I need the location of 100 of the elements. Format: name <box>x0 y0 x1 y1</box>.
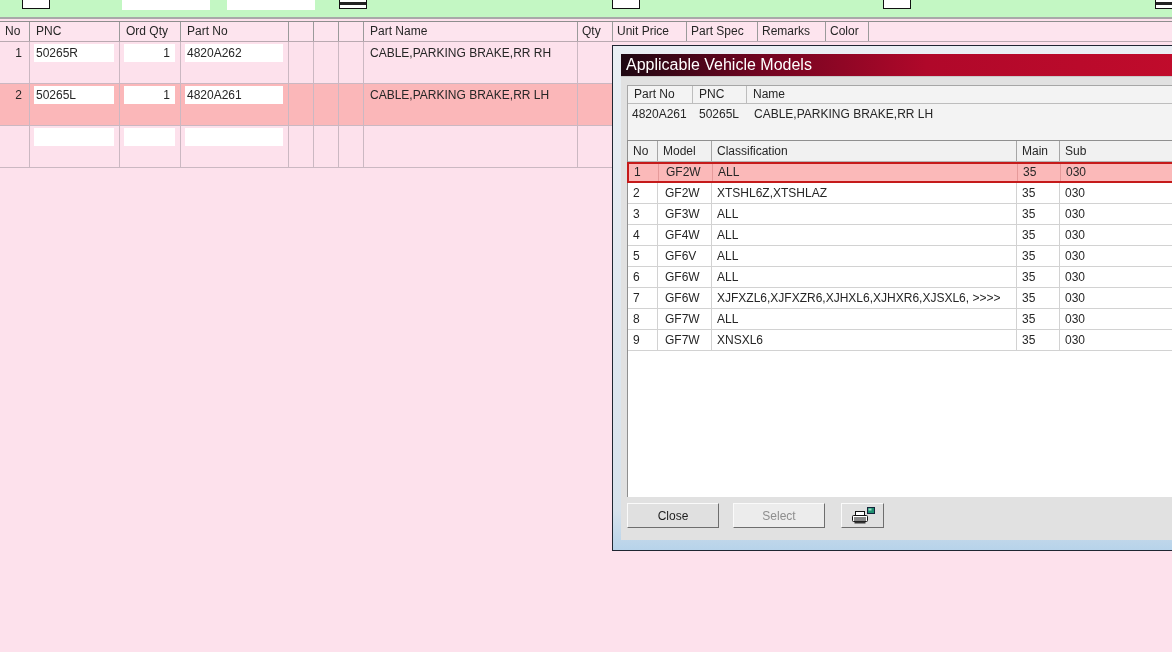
table-cell: 3 <box>628 204 658 224</box>
column-header: Name <box>747 86 1172 104</box>
column-header[interactable]: Qty <box>578 22 613 41</box>
table-cell: GF7W <box>658 330 712 350</box>
input-field[interactable] <box>124 128 175 146</box>
table-cell: GF3W <box>658 204 712 224</box>
column-header[interactable]: No <box>628 141 658 161</box>
table-cell: CABLE,PARKING BRAKE,RR LH <box>364 84 578 125</box>
table-cell: 35 <box>1017 225 1060 245</box>
table-cell: 030 <box>1060 330 1172 350</box>
column-header[interactable]: Part Spec <box>687 22 758 41</box>
input-field[interactable]: 50265R <box>34 44 114 62</box>
column-header[interactable]: Remarks <box>758 22 826 41</box>
table-cell: XTSHL6Z,XTSHLAZ <box>712 183 1017 203</box>
table-cell: 030 <box>1061 164 1172 181</box>
table-cell: 030 <box>1060 225 1172 245</box>
column-header[interactable]: Color <box>826 22 869 41</box>
table-row[interactable]: 3 GF3W ALL 35 030 <box>628 204 1172 225</box>
table-cell: GF4W <box>658 225 712 245</box>
table-row[interactable]: 4 GF4W ALL 35 030 <box>628 225 1172 246</box>
input-field[interactable]: 1 <box>124 44 175 62</box>
column-header[interactable]: PNC <box>30 22 120 41</box>
column-header[interactable]: Model <box>658 141 712 161</box>
title-bar[interactable]: Applicable Vehicle Models <box>621 54 1172 76</box>
table-cell: ALL <box>712 267 1017 287</box>
column-header[interactable]: Part Name <box>364 22 578 41</box>
table-cell: 35 <box>1017 309 1060 329</box>
input-field[interactable]: 4820A261 <box>185 86 283 104</box>
table-cell: 030 <box>1060 309 1172 329</box>
table-cell: ALL <box>712 204 1017 224</box>
table-cell: 030 <box>1060 267 1172 287</box>
table-row[interactable]: 6 GF6W ALL 35 030 <box>628 267 1172 288</box>
table-cell: 35 <box>1017 183 1060 203</box>
table-cell: 35 <box>1018 164 1061 181</box>
column-header[interactable]: No <box>0 22 30 41</box>
table-cell: ALL <box>712 225 1017 245</box>
table-cell: 030 <box>1060 204 1172 224</box>
field-value: 50265L <box>698 106 741 123</box>
table-cell: 9 <box>628 330 658 350</box>
print-button[interactable] <box>841 503 884 528</box>
table-cell: 5 <box>628 246 658 266</box>
table-row[interactable]: 7 GF6W XJFXZL6,XJFXZR6,XJHXL6,XJHXR6,XJSXL6, >>>> 35 030 <box>628 288 1172 309</box>
table-cell: 35 <box>1017 288 1060 308</box>
table-cell: 35 <box>1017 246 1060 266</box>
table-cell: CABLE,PARKING BRAKE,RR RH <box>364 42 578 83</box>
toolbar-button[interactable] <box>612 0 640 9</box>
dialog-button[interactable]: Close <box>627 503 719 528</box>
table-cell: GF6W <box>658 267 712 287</box>
field-value: CABLE,PARKING BRAKE,RR LH <box>753 106 935 123</box>
table-cell: 2 <box>0 84 30 125</box>
table-cell: GF2W <box>658 183 712 203</box>
table-cell: ALL <box>712 309 1017 329</box>
input-field[interactable] <box>34 128 114 146</box>
table-row[interactable]: 2 GF2W XTSHL6Z,XTSHLAZ 35 030 <box>628 183 1172 204</box>
table-cell: 7 <box>628 288 658 308</box>
toolbar-button[interactable] <box>883 0 911 9</box>
field-value: 4820A261 <box>631 106 688 123</box>
table-cell: 6 <box>628 267 658 287</box>
column-header[interactable]: Ord Qty <box>120 22 181 41</box>
table-cell: GF6V <box>658 246 712 266</box>
column-header[interactable]: Classification <box>712 141 1017 161</box>
table-cell: GF7W <box>658 309 712 329</box>
table-cell: 2 <box>628 183 658 203</box>
toolbar-button[interactable] <box>22 0 50 9</box>
table-cell: 030 <box>1060 288 1172 308</box>
table-cell: 4 <box>628 225 658 245</box>
table-cell: XNSXL6 <box>712 330 1017 350</box>
table-row[interactable]: 5 GF6V ALL 35 030 <box>628 246 1172 267</box>
table-cell: GF2W <box>659 164 713 181</box>
column-header[interactable]: Sub <box>1060 141 1172 161</box>
table-cell: ALL <box>713 164 1018 181</box>
printer-icon <box>850 507 875 524</box>
table-cell: 8 <box>628 309 658 329</box>
column-header[interactable]: Unit Price <box>613 22 687 41</box>
table-row[interactable]: 1 GF2W ALL 35 030 <box>627 162 1172 183</box>
input-field[interactable] <box>122 0 210 10</box>
table-cell: ALL <box>712 246 1017 266</box>
table-cell: 35 <box>1017 267 1060 287</box>
table-row[interactable]: 9 GF7W XNSXL6 35 030 <box>628 330 1172 351</box>
table-cell: 030 <box>1060 246 1172 266</box>
window-title: Applicable Vehicle Models <box>625 55 812 75</box>
column-header[interactable]: Main <box>1017 141 1060 161</box>
table-row[interactable]: 2 50265L 1 4820A261 CABLE,PARKING BRAKE,RR LH <box>0 84 612 126</box>
input-field[interactable]: 4820A262 <box>185 44 283 62</box>
table-cell: XJFXZL6,XJFXZR6,XJHXL6,XJHXR6,XJSXL6, >>>> <box>712 288 1017 308</box>
table-cell: 1 <box>629 164 659 181</box>
input-field[interactable]: 1 <box>124 86 175 104</box>
table-cell: 1 <box>0 42 30 83</box>
input-field[interactable] <box>227 0 315 10</box>
toolbar-button[interactable] <box>339 0 367 9</box>
table-cell: 030 <box>1060 183 1172 203</box>
table-cell: 35 <box>1017 330 1060 350</box>
column-header[interactable]: Part No <box>181 22 289 41</box>
column-header: Part No <box>628 86 693 104</box>
table-cell: GF6W <box>658 288 712 308</box>
input-field[interactable] <box>185 128 283 146</box>
column-header: PNC <box>693 86 747 104</box>
input-field[interactable]: 50265L <box>34 86 114 104</box>
table-cell: 35 <box>1017 204 1060 224</box>
table-row[interactable]: 8 GF7W ALL 35 030 <box>628 309 1172 330</box>
